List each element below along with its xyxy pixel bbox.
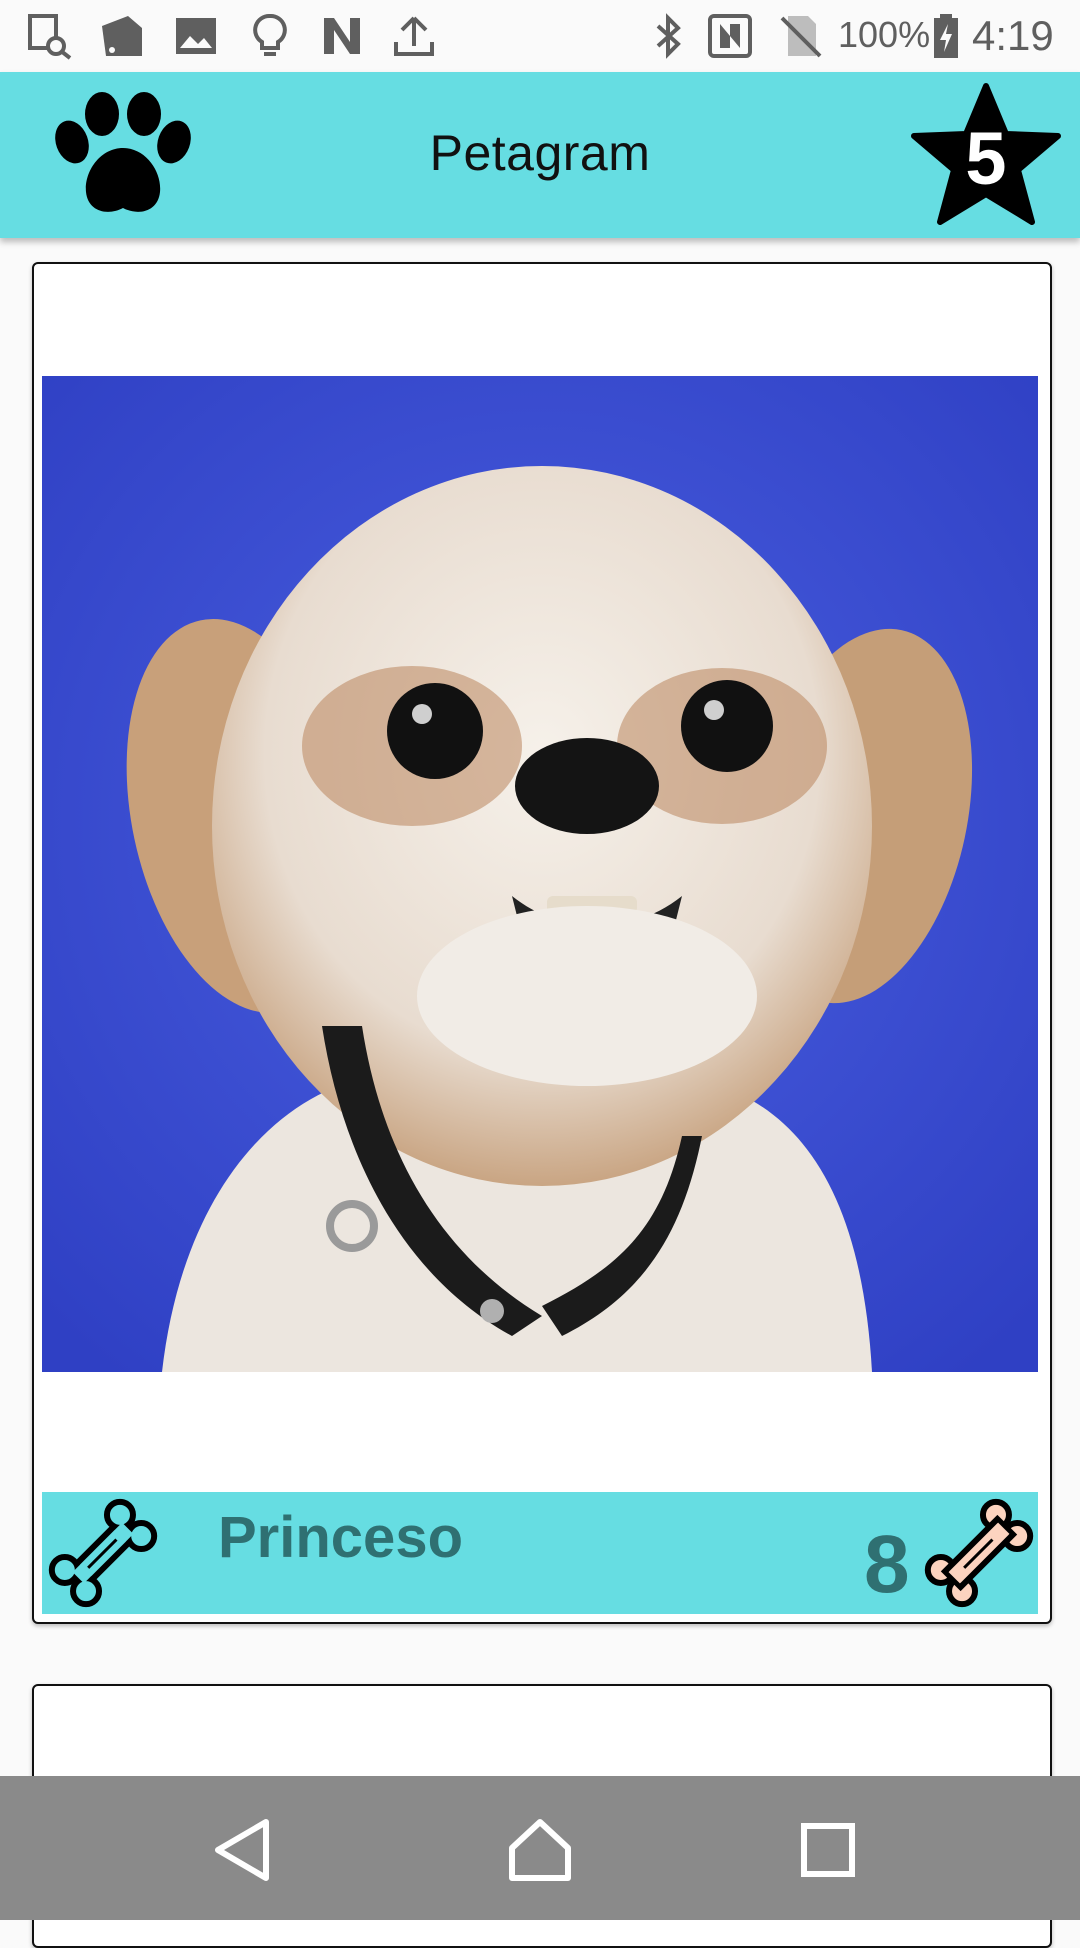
no-sim-icon — [780, 16, 822, 58]
clock: 4:19 — [972, 12, 1054, 59]
favorites-count[interactable]: 5 — [908, 116, 1064, 201]
n-logo-icon — [324, 18, 360, 54]
app-bar: Petagram 5 — [0, 72, 1080, 238]
battery-percentage: 100% — [838, 14, 931, 55]
bulb-icon — [253, 14, 287, 56]
pet-card: Princeso 8 — [32, 262, 1052, 1624]
battery-icon — [934, 14, 958, 58]
like-count: 8 — [864, 1519, 910, 1610]
dog-photo — [42, 376, 1038, 1372]
home-icon[interactable] — [504, 1814, 576, 1886]
recents-square-icon[interactable] — [792, 1814, 864, 1886]
bluetooth-icon — [656, 13, 681, 59]
nfc-icon — [708, 14, 752, 58]
bone-icon[interactable] — [42, 1492, 164, 1614]
navigation-bar — [0, 1776, 1080, 1920]
pet-info-bar: Princeso 8 — [42, 1492, 1038, 1614]
image-icon — [176, 18, 216, 54]
upload-icon — [394, 16, 434, 56]
swatches-icon — [102, 16, 142, 56]
pet-name: Princeso — [218, 1505, 463, 1570]
image-search-icon — [28, 14, 72, 60]
bone-filled-icon — [924, 1498, 1034, 1608]
status-bar: 100% 4:19 — [0, 0, 1080, 72]
back-triangle-icon[interactable] — [206, 1814, 278, 1886]
